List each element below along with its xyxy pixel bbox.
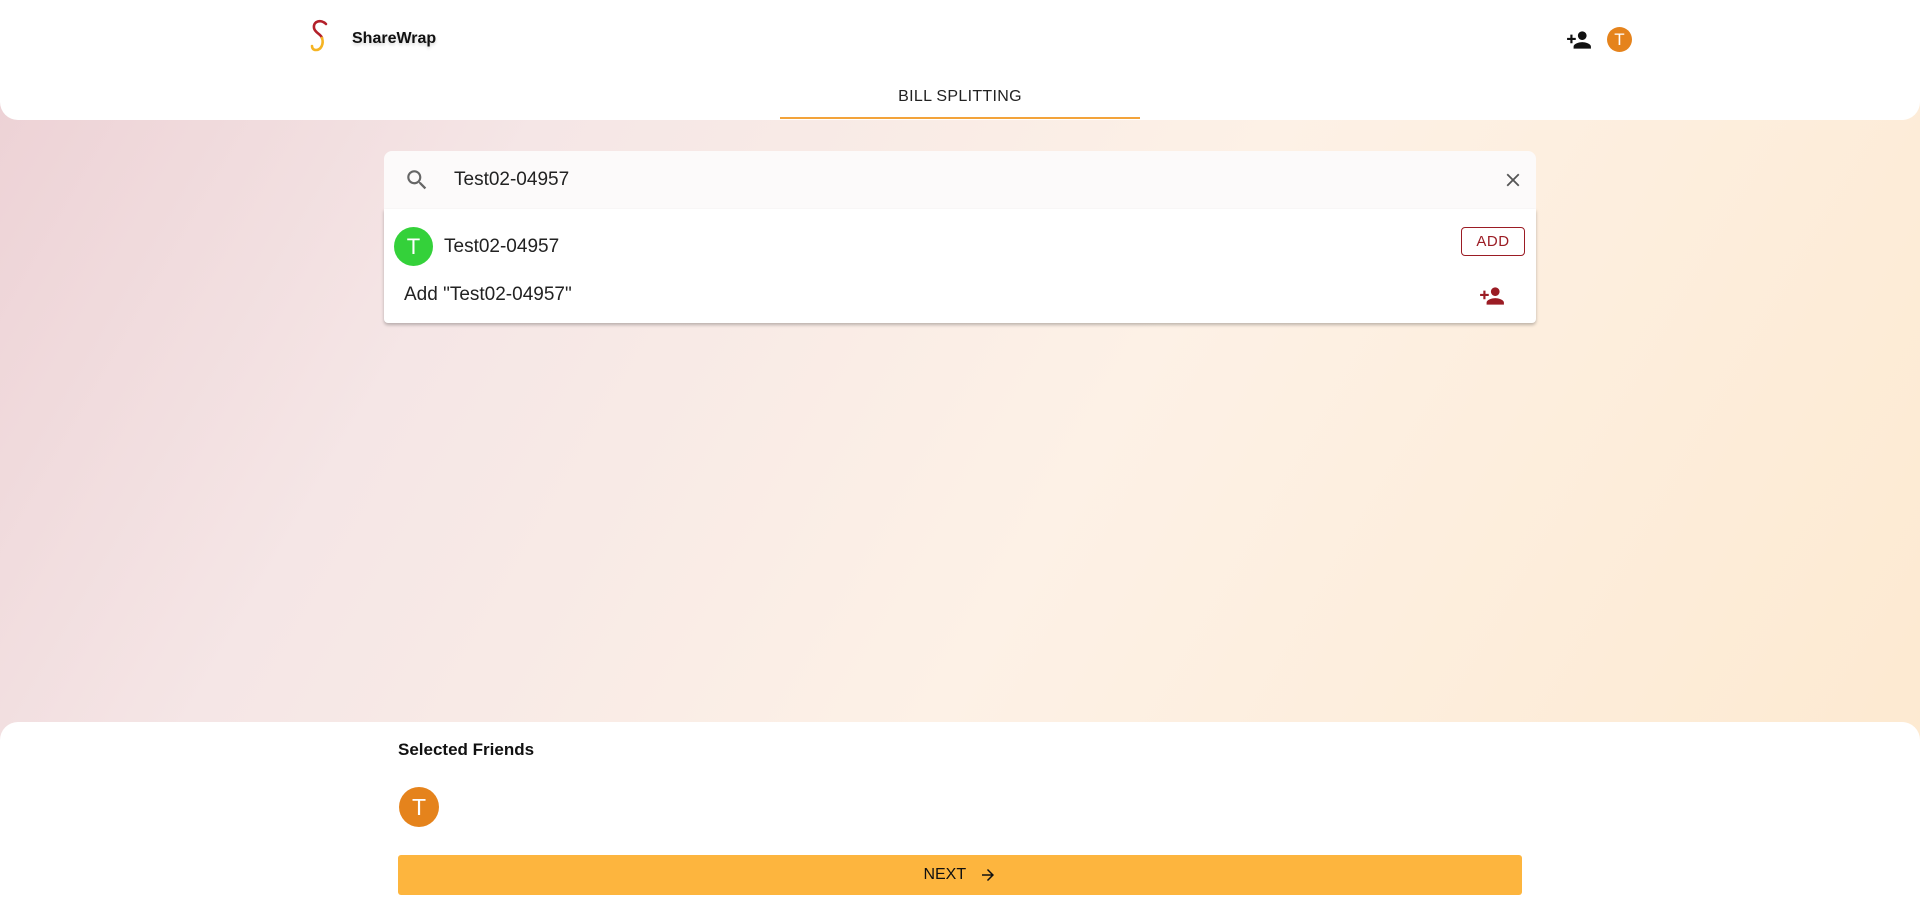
selected-friends-title: Selected Friends xyxy=(398,740,535,759)
add-new-friend-option[interactable]: Add "Test02-04957" xyxy=(384,277,1536,317)
tab-indicator xyxy=(780,117,1140,119)
search-icon xyxy=(407,170,427,190)
tab-bill-splitting[interactable]: BILL SPLITTING xyxy=(780,76,1140,119)
search-bar xyxy=(384,151,1536,209)
search-result-row[interactable]: T Test02-04957 ADD xyxy=(384,209,1536,266)
next-button-label: NEXT xyxy=(923,865,967,883)
arrow-right-icon xyxy=(981,868,994,881)
person-add-icon[interactable] xyxy=(1478,283,1506,309)
sharewrap-logo[interactable] xyxy=(305,18,335,54)
app-header: ShareWrap T BILL SPLITTING xyxy=(0,0,1920,120)
selected-friends-panel: Selected Friends T NEXT xyxy=(0,722,1920,911)
result-name: Test02-04957 xyxy=(444,236,560,257)
search-input[interactable] xyxy=(454,163,1454,197)
brand-name: ShareWrap xyxy=(352,30,437,47)
user-avatar[interactable]: T xyxy=(1607,27,1632,52)
add-new-friend-label: Add "Test02-04957" xyxy=(404,284,572,305)
next-button[interactable]: NEXT xyxy=(398,855,1522,895)
search-results-dropdown: T Test02-04957 ADD Add "Test02-04957" xyxy=(384,209,1536,323)
add-friend-button[interactable]: ADD xyxy=(1461,227,1525,256)
person-add-icon[interactable] xyxy=(1566,27,1592,53)
result-avatar: T xyxy=(394,227,433,266)
selected-friend-avatar[interactable]: T xyxy=(399,787,439,827)
close-icon[interactable] xyxy=(1502,169,1524,191)
